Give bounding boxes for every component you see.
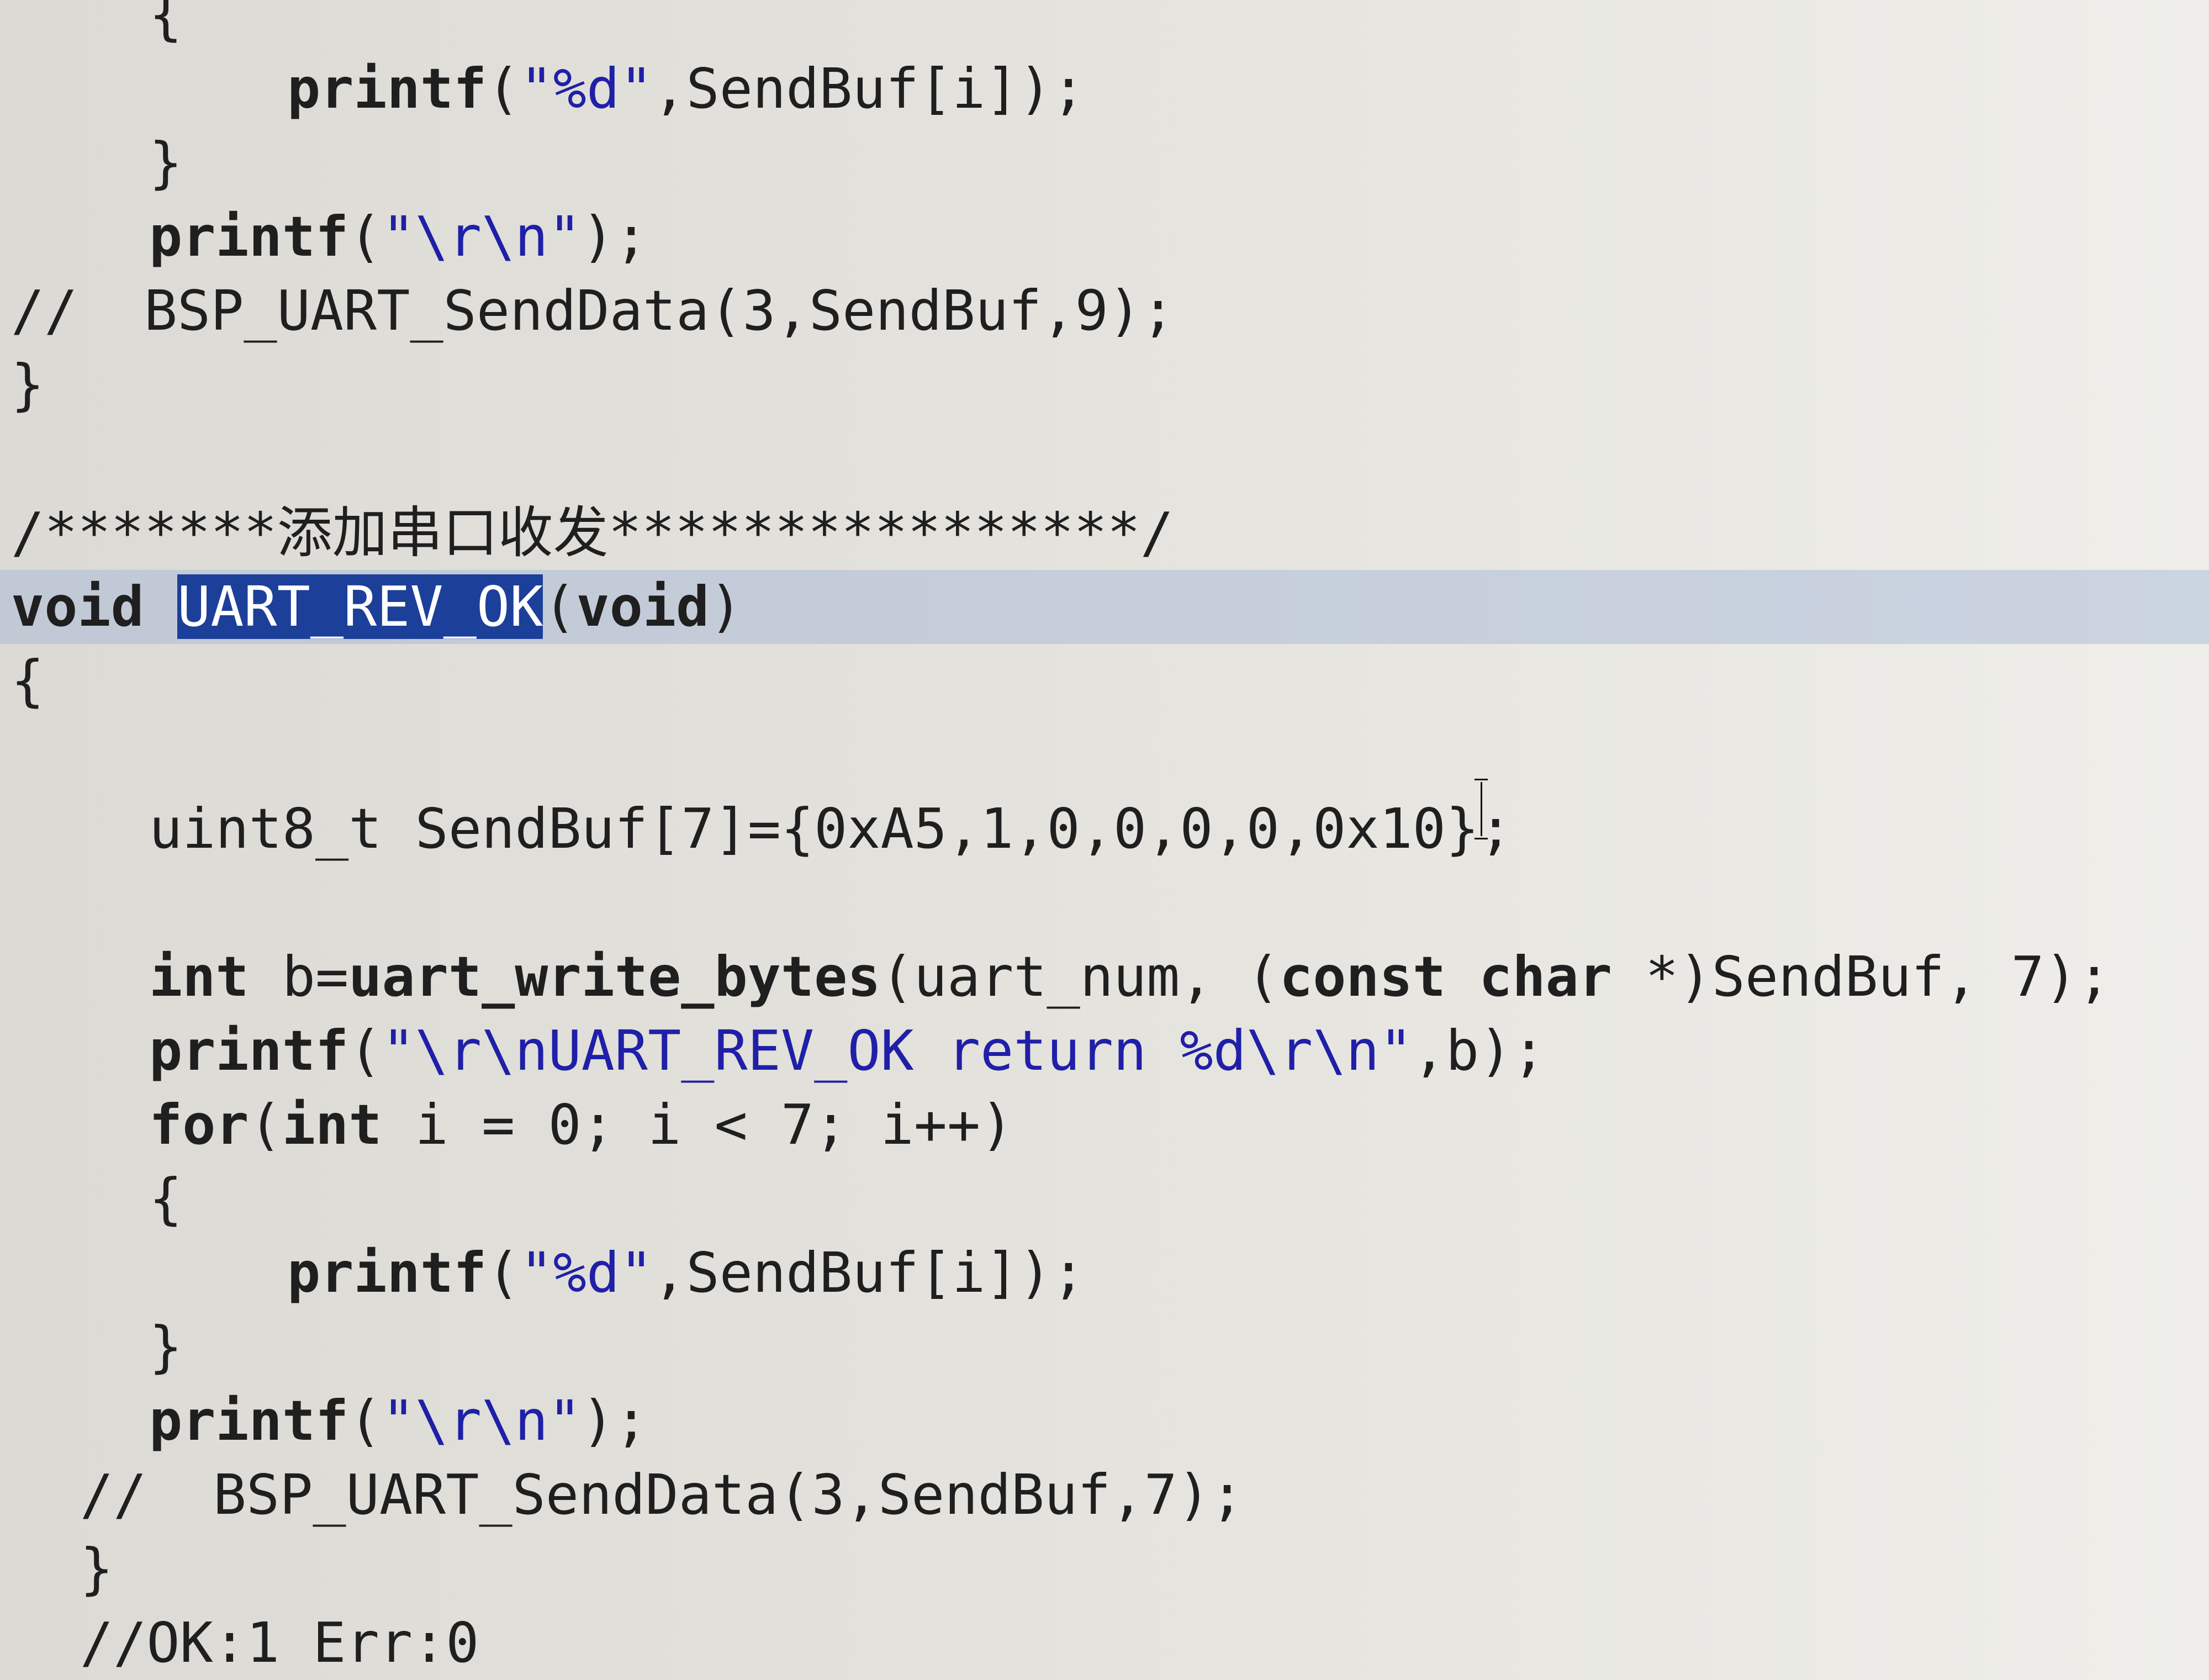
code-token: "%d" — [520, 1240, 653, 1305]
code-line[interactable]: void UART_REV_OK(void) — [0, 570, 2209, 644]
code-line[interactable]: } — [0, 348, 2209, 422]
code-token: uart_write_bytes — [348, 944, 881, 1009]
code-token: ( — [487, 56, 520, 121]
code-token: //OK:1 Err:0 — [80, 1610, 479, 1675]
code-line[interactable]: { — [0, 1162, 2209, 1236]
code-token: // BSP_UART_SendData(3,SendBuf,7); — [80, 1462, 1244, 1527]
code-token: printf — [149, 1388, 349, 1453]
code-token: ( — [348, 204, 382, 269]
code-token: int — [282, 1092, 382, 1157]
code-token: printf — [149, 204, 349, 269]
code-token: ,b); — [1412, 1018, 1546, 1083]
code-line[interactable]: printf("%d",SendBuf[i]); — [0, 1236, 2209, 1310]
code-line[interactable]: uint8_t SendBuf[7]={0xA5,1,0,0,0,0,0x10}… — [0, 792, 2209, 866]
code-token: void — [576, 574, 710, 639]
code-token: for — [149, 1092, 249, 1157]
code-line[interactable]: int b=uart_write_bytes(uart_num, (const … — [0, 940, 2209, 1014]
code-token: ( — [543, 574, 577, 639]
text-cursor-icon — [1475, 779, 1488, 839]
code-token: printf — [149, 1018, 349, 1083]
code-token: { — [149, 1166, 183, 1231]
code-token: } — [80, 1536, 114, 1601]
code-token: const char — [1280, 944, 1613, 1009]
code-token: i = 0; i < 7; i++) — [382, 1092, 1014, 1157]
code-line[interactable]: } — [0, 1532, 2209, 1606]
code-token: ( — [249, 1092, 282, 1157]
code-line[interactable] — [0, 718, 2209, 792]
code-token: { — [11, 648, 45, 713]
code-token: int — [149, 944, 249, 1009]
code-line[interactable]: printf("%d",SendBuf[i]); — [0, 52, 2209, 126]
code-token: uint8_t SendBuf[7]={0xA5,1,0,0,0,0,0x10}… — [149, 796, 1513, 861]
code-token: *)SendBuf, 7); — [1612, 944, 2111, 1009]
code-token: ,SendBuf[i]); — [653, 1240, 1085, 1305]
code-line[interactable] — [0, 866, 2209, 940]
code-line[interactable] — [0, 422, 2209, 496]
code-editor[interactable]: {printf("%d",SendBuf[i]);} printf("\r\n")… — [0, 0, 2209, 1675]
code-token: ); — [581, 1388, 648, 1453]
code-token: (uart_num, ( — [880, 944, 1280, 1009]
code-token: "%d" — [520, 56, 653, 121]
code-token: { — [149, 0, 183, 47]
code-token: ) — [709, 574, 743, 639]
code-line[interactable]: // BSP_UART_SendData(3,SendBuf,7); — [0, 1458, 2209, 1532]
code-token: } — [149, 1314, 183, 1379]
code-token: b= — [249, 944, 349, 1009]
code-line[interactable]: } — [0, 126, 2209, 200]
code-token: ,SendBuf[i]); — [653, 56, 1085, 121]
code-token: "\r\nUART_REV_OK return %d\r\n" — [382, 1018, 1413, 1083]
code-line[interactable]: printf("\r\nUART_REV_OK return %d\r\n",b… — [0, 1014, 2209, 1088]
code-line[interactable]: /*******添加串口收发****************/ — [0, 496, 2209, 570]
code-line[interactable]: } — [0, 1310, 2209, 1384]
code-token: void — [11, 574, 144, 639]
code-line[interactable]: // BSP_UART_SendData(3,SendBuf,9); — [0, 274, 2209, 348]
selected-text: UART_REV_OK — [177, 574, 543, 639]
code-token: } — [149, 130, 183, 195]
code-token: printf — [287, 1240, 487, 1305]
code-line[interactable]: printf("\r\n"); — [0, 1384, 2209, 1458]
code-token: "\r\n" — [382, 1388, 582, 1453]
code-token: "\r\n" — [382, 204, 582, 269]
code-token: /*******添加串口收发****************/ — [11, 500, 1174, 565]
code-line[interactable]: printf("\r\n"); — [0, 200, 2209, 274]
code-token: ( — [348, 1388, 382, 1453]
code-line[interactable]: for(int i = 0; i < 7; i++) — [0, 1088, 2209, 1162]
code-token: ( — [487, 1240, 520, 1305]
code-token: ); — [581, 204, 648, 269]
code-token: printf — [287, 56, 487, 121]
code-line[interactable]: { — [0, 644, 2209, 718]
code-token: // BSP_UART_SendData(3,SendBuf,9); — [11, 278, 1175, 343]
code-line[interactable]: //OK:1 Err:0 — [0, 1606, 2209, 1680]
code-line[interactable]: { — [0, 0, 2209, 52]
code-token: ( — [348, 1018, 382, 1083]
code-token: } — [11, 352, 45, 417]
